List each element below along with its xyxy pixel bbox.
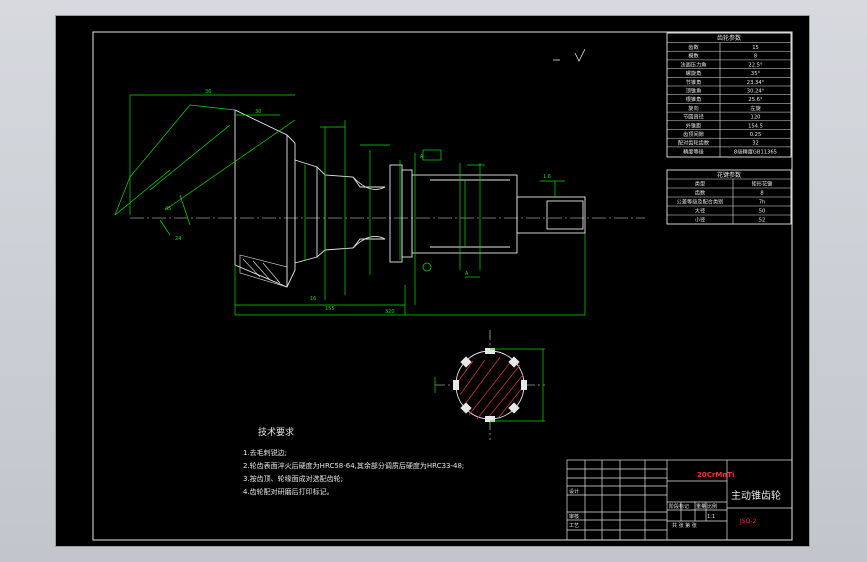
gear-param-value: 23.34° xyxy=(747,80,765,86)
svg-text:16: 16 xyxy=(310,296,316,302)
drawing-number: JSQ-2 xyxy=(739,518,757,525)
gear-param-value: 8 xyxy=(754,54,757,60)
drawing-sheet: 36 30 45 24 16 155 320 A 1.6 A 齿轮参数 齿数 1… xyxy=(55,15,810,547)
svg-text:30: 30 xyxy=(255,109,261,115)
drawing-title: 主动锥齿轮 xyxy=(731,489,781,502)
tooth-hatch xyxy=(239,254,288,288)
gear-param-value: 32 xyxy=(752,141,759,147)
label-design: 设计 xyxy=(569,488,579,495)
gear-param-value: 8级精度GB11365 xyxy=(734,147,777,155)
tech-req-item: 1.去毛刺锐边; xyxy=(243,448,287,457)
gear-param-name: 根锥角 xyxy=(686,95,702,103)
tech-req-items: 1.去毛刺锐边; 2.轮齿表面淬火后硬度为HRC58-64,其余部分调质后硬度为H… xyxy=(243,448,464,496)
gear-param-name: 配对齿轮齿数 xyxy=(678,139,710,147)
gear-param-name: 法面压力角 xyxy=(681,60,707,68)
svg-text:320: 320 xyxy=(385,309,395,315)
material: 20CrMnTi xyxy=(697,471,734,479)
svg-text:1.6: 1.6 xyxy=(543,174,551,180)
gear-param-name: 精度等级 xyxy=(683,147,704,155)
spline-param-value: 矩形花键 xyxy=(752,180,773,188)
label-weight: 重量 xyxy=(696,503,706,510)
dimension-text: 36 30 45 24 16 155 320 A 1.6 A xyxy=(165,89,551,315)
gear-param-name: 节圆直径 xyxy=(683,113,704,121)
spline-param-value: 8 xyxy=(760,191,763,197)
spline-param-name: 大径 xyxy=(695,207,705,215)
dimension-lines xyxy=(114,94,586,316)
svg-text:36: 36 xyxy=(205,89,211,95)
svg-text:155: 155 xyxy=(325,306,335,312)
spline-param-value: 7h xyxy=(759,200,766,206)
svg-text:45: 45 xyxy=(165,206,171,212)
spline-param-name: 小径 xyxy=(695,216,705,224)
spline-param-name: 类型 xyxy=(695,180,705,188)
gear-param-value: 30.24° xyxy=(747,89,765,95)
gear-param-name: 节锥角 xyxy=(686,78,702,86)
svg-text:24: 24 xyxy=(175,236,181,242)
tech-req-item: 4.齿轮配对研磨后打印标记。 xyxy=(243,487,334,496)
gear-param-name: 模数 xyxy=(688,52,699,60)
gear-param-value: 22.5° xyxy=(748,62,763,68)
spline-param-heading: 花键参数 xyxy=(717,171,741,179)
tech-req-heading: 技术要求 xyxy=(258,426,294,438)
scale-value: 1:1 xyxy=(707,514,715,520)
sheet-count: 共 张 第 张 xyxy=(672,522,697,529)
gear-param-name: 齿数 xyxy=(688,43,699,51)
tech-req-item: 3.按齿顶、轮缘面成对选配齿轮; xyxy=(243,474,343,483)
spline-param-value: 52 xyxy=(759,218,766,224)
gear-param-name: 外锥距 xyxy=(686,121,702,129)
svg-text:A: A xyxy=(465,271,469,277)
gear-param-value: 154.5 xyxy=(748,123,763,129)
tech-req-item: 2.轮齿表面淬火后硬度为HRC58-64,其余部分调质后硬度为HRC33-48; xyxy=(243,461,464,470)
gear-param-value: 120 xyxy=(751,115,761,121)
spline-param-rows: 花键参数类型 矩形花键齿数 8 公差等级及配合类别 7h 大径 50 小径 52 xyxy=(667,171,791,224)
gear-param-name: 顶锥角 xyxy=(686,87,702,95)
gear-param-value: 15 xyxy=(752,45,759,51)
gear-param-name: 齿顶间隙 xyxy=(683,130,704,138)
viewport: 36 30 45 24 16 155 320 A 1.6 A 齿轮参数 齿数 1… xyxy=(0,0,867,562)
label-ratio: 比例 xyxy=(707,503,717,510)
label-stage-mark: 阶段标记 xyxy=(669,503,689,510)
gear-param-name: 旋向 xyxy=(688,104,698,112)
svg-text:A: A xyxy=(420,154,424,160)
gear-param-value: 25.6° xyxy=(748,97,763,103)
spline-param-name: 齿数 xyxy=(695,189,706,197)
label-process: 工艺 xyxy=(569,523,579,529)
gear-param-heading: 齿轮参数 xyxy=(717,34,741,42)
gear-param-name: 螺旋角 xyxy=(686,69,702,77)
shaft-outline xyxy=(234,109,586,288)
gear-param-value: 0.25 xyxy=(750,132,762,138)
spline-section xyxy=(434,330,545,440)
spline-param-value: 50 xyxy=(759,209,766,215)
roughness-symbol xyxy=(553,48,586,62)
spline-param-name: 公差等级及配合类别 xyxy=(677,198,724,206)
label-review: 审核 xyxy=(569,513,579,520)
cad-drawing: 36 30 45 24 16 155 320 A 1.6 A 齿轮参数齿数 15… xyxy=(55,15,810,547)
gear-param-value: 35° xyxy=(751,71,761,77)
gear-param-value: 左旋 xyxy=(750,104,761,112)
gear-param-rows: 齿轮参数齿数 15 模数 8 法面压力角 22.5° 螺旋角 35° 节锥角 23.34° 顶锥角 3… xyxy=(667,34,791,155)
